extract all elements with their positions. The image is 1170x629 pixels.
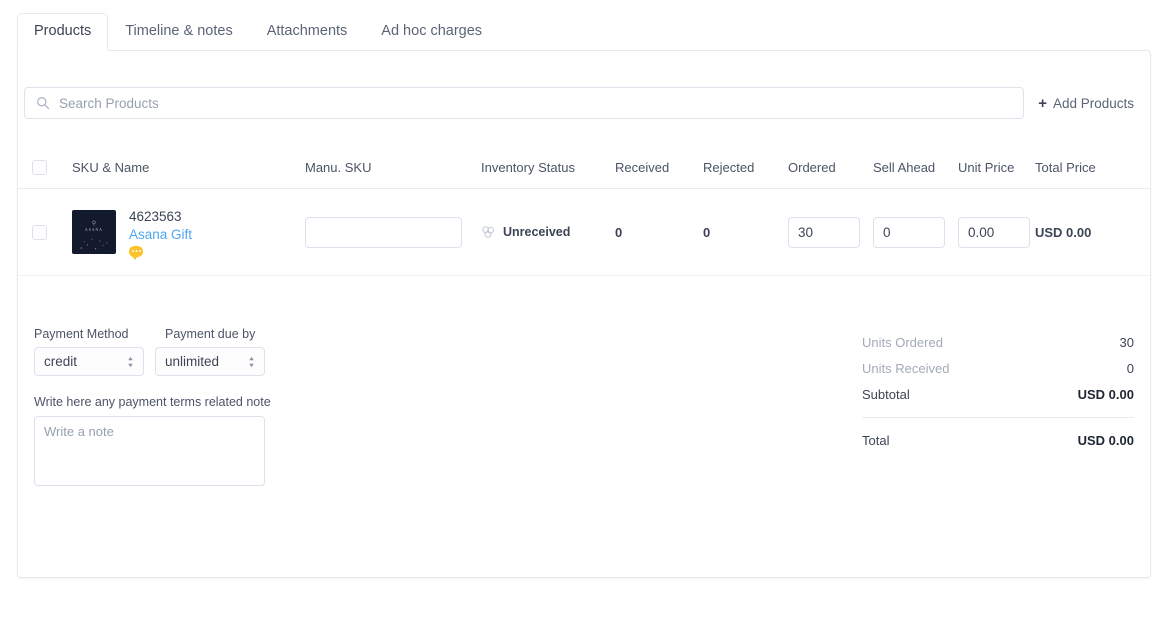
subtotal-label: Subtotal: [862, 386, 910, 402]
search-row: + Add Products: [18, 85, 1150, 121]
unit-price-cell: [958, 216, 1035, 248]
column-header-rejected: Rejected: [703, 159, 755, 175]
column-header-received: Received: [615, 159, 670, 175]
boxes-icon: [482, 226, 494, 238]
units-received-row: Units Received 0: [862, 355, 1134, 381]
column-header-ordered: Ordered: [788, 159, 836, 175]
received-value: 0: [615, 224, 623, 240]
plus-icon: +: [1038, 94, 1047, 112]
row-checkbox[interactable]: [32, 224, 47, 240]
payment-method-select[interactable]: credit: [34, 347, 144, 376]
inventory-status-cell: Unreceived: [481, 225, 615, 239]
sell-ahead-input[interactable]: [873, 216, 945, 248]
manu-sku-input[interactable]: [305, 216, 462, 248]
inventory-status-label: Unreceived: [503, 225, 571, 239]
payment-note-label: Write here any payment terms related not…: [34, 395, 271, 409]
table-header-row: SKU & Name Manu. SKU Inventory Status Re…: [18, 146, 1150, 189]
totals-divider: [862, 417, 1134, 418]
tab-ad-hoc-charges[interactable]: Ad hoc charges: [364, 13, 499, 51]
select-all-cell: [32, 159, 72, 175]
tab-timeline-notes[interactable]: Timeline & notes: [108, 13, 249, 51]
products-panel: + Add Products SKU & Name Manu. SKU Inve…: [17, 50, 1151, 578]
product-sku: 4623563: [129, 208, 182, 224]
tab-products-label: Products: [34, 23, 92, 39]
manu-sku-cell: [305, 216, 481, 248]
total-price-value: USD 0.00: [1035, 224, 1092, 240]
product-meta: 4623563 Asana Gift: [129, 208, 192, 260]
payment-due-by-select[interactable]: unlimited: [155, 347, 265, 376]
ordered-cell: [788, 216, 873, 248]
search-products-box[interactable]: [24, 87, 1025, 119]
tab-products[interactable]: Products: [17, 13, 109, 51]
table-row: ⚲ ASANA 4623563 Asana Gift Unreceived 0 …: [18, 189, 1150, 276]
tab-attachments[interactable]: Attachments: [250, 13, 365, 51]
thumbnail-texture: [78, 237, 110, 250]
product-cell: ⚲ ASANA 4623563 Asana Gift: [72, 208, 305, 260]
subtotal-row: Subtotal USD 0.00: [862, 381, 1134, 407]
payment-method-label: Payment Method: [34, 327, 129, 341]
payment-selects-row: credit unlimited: [34, 347, 334, 376]
units-ordered-row: Units Ordered 30: [862, 329, 1134, 355]
units-received-value: 0: [1126, 360, 1134, 376]
total-row: Total USD 0.00: [862, 427, 1134, 453]
column-header-unit-price: Unit Price: [958, 159, 1015, 175]
add-products-button[interactable]: + Add Products: [1024, 87, 1144, 119]
thumbnail-logo-mark: ⚲: [91, 221, 97, 227]
total-label: Total: [862, 432, 890, 448]
row-select-cell: [32, 224, 72, 240]
search-icon: [37, 97, 50, 110]
tab-bar: Products Timeline & notes Attachments Ad…: [17, 13, 1151, 51]
tab-attachments-label: Attachments: [266, 23, 348, 39]
unit-price-input[interactable]: [958, 216, 1030, 248]
chat-bubble-icon[interactable]: [129, 245, 143, 260]
column-header-inventory-status: Inventory Status: [481, 159, 575, 175]
sell-ahead-cell: [873, 216, 958, 248]
payment-due-by-value: unlimited: [165, 354, 220, 369]
select-all-checkbox[interactable]: [32, 159, 47, 175]
tab-timeline-notes-label: Timeline & notes: [125, 23, 233, 39]
add-products-label: Add Products: [1052, 95, 1134, 111]
tab-ad-hoc-charges-label: Ad hoc charges: [381, 23, 483, 39]
payment-terms-section: Payment Method Payment due by credit unl…: [34, 327, 334, 491]
column-header-sku-name: SKU & Name: [72, 159, 150, 175]
subtotal-value: USD 0.00: [1077, 386, 1134, 402]
column-header-sell-ahead: Sell Ahead: [873, 159, 936, 175]
stepper-arrows-icon: [128, 356, 133, 367]
units-ordered-label: Units Ordered: [862, 334, 943, 350]
search-input[interactable]: [59, 88, 1024, 118]
payment-due-by-label: Payment due by: [165, 327, 256, 341]
units-received-label: Units Received: [862, 360, 950, 376]
order-totals-panel: Units Ordered 30 Units Received 0 Subtot…: [862, 329, 1134, 453]
thumbnail-brand-text: ASANA: [85, 228, 103, 232]
payment-field-labels: Payment Method Payment due by: [34, 327, 334, 341]
total-value: USD 0.00: [1077, 432, 1134, 448]
column-header-total-price: Total Price: [1035, 159, 1096, 175]
units-ordered-value: 30: [1119, 334, 1134, 350]
payment-method-value: credit: [44, 354, 78, 369]
column-header-manu-sku: Manu. SKU: [305, 159, 372, 175]
ordered-input[interactable]: [788, 216, 860, 248]
rejected-value: 0: [703, 224, 711, 240]
product-thumbnail: ⚲ ASANA: [72, 210, 116, 254]
payment-note-textarea[interactable]: [34, 416, 265, 486]
stepper-arrows-icon: [249, 356, 254, 367]
product-name-link[interactable]: Asana Gift: [129, 225, 192, 244]
purchase-order-page: Products Timeline & notes Attachments Ad…: [0, 0, 1170, 629]
products-table: SKU & Name Manu. SKU Inventory Status Re…: [18, 146, 1150, 276]
